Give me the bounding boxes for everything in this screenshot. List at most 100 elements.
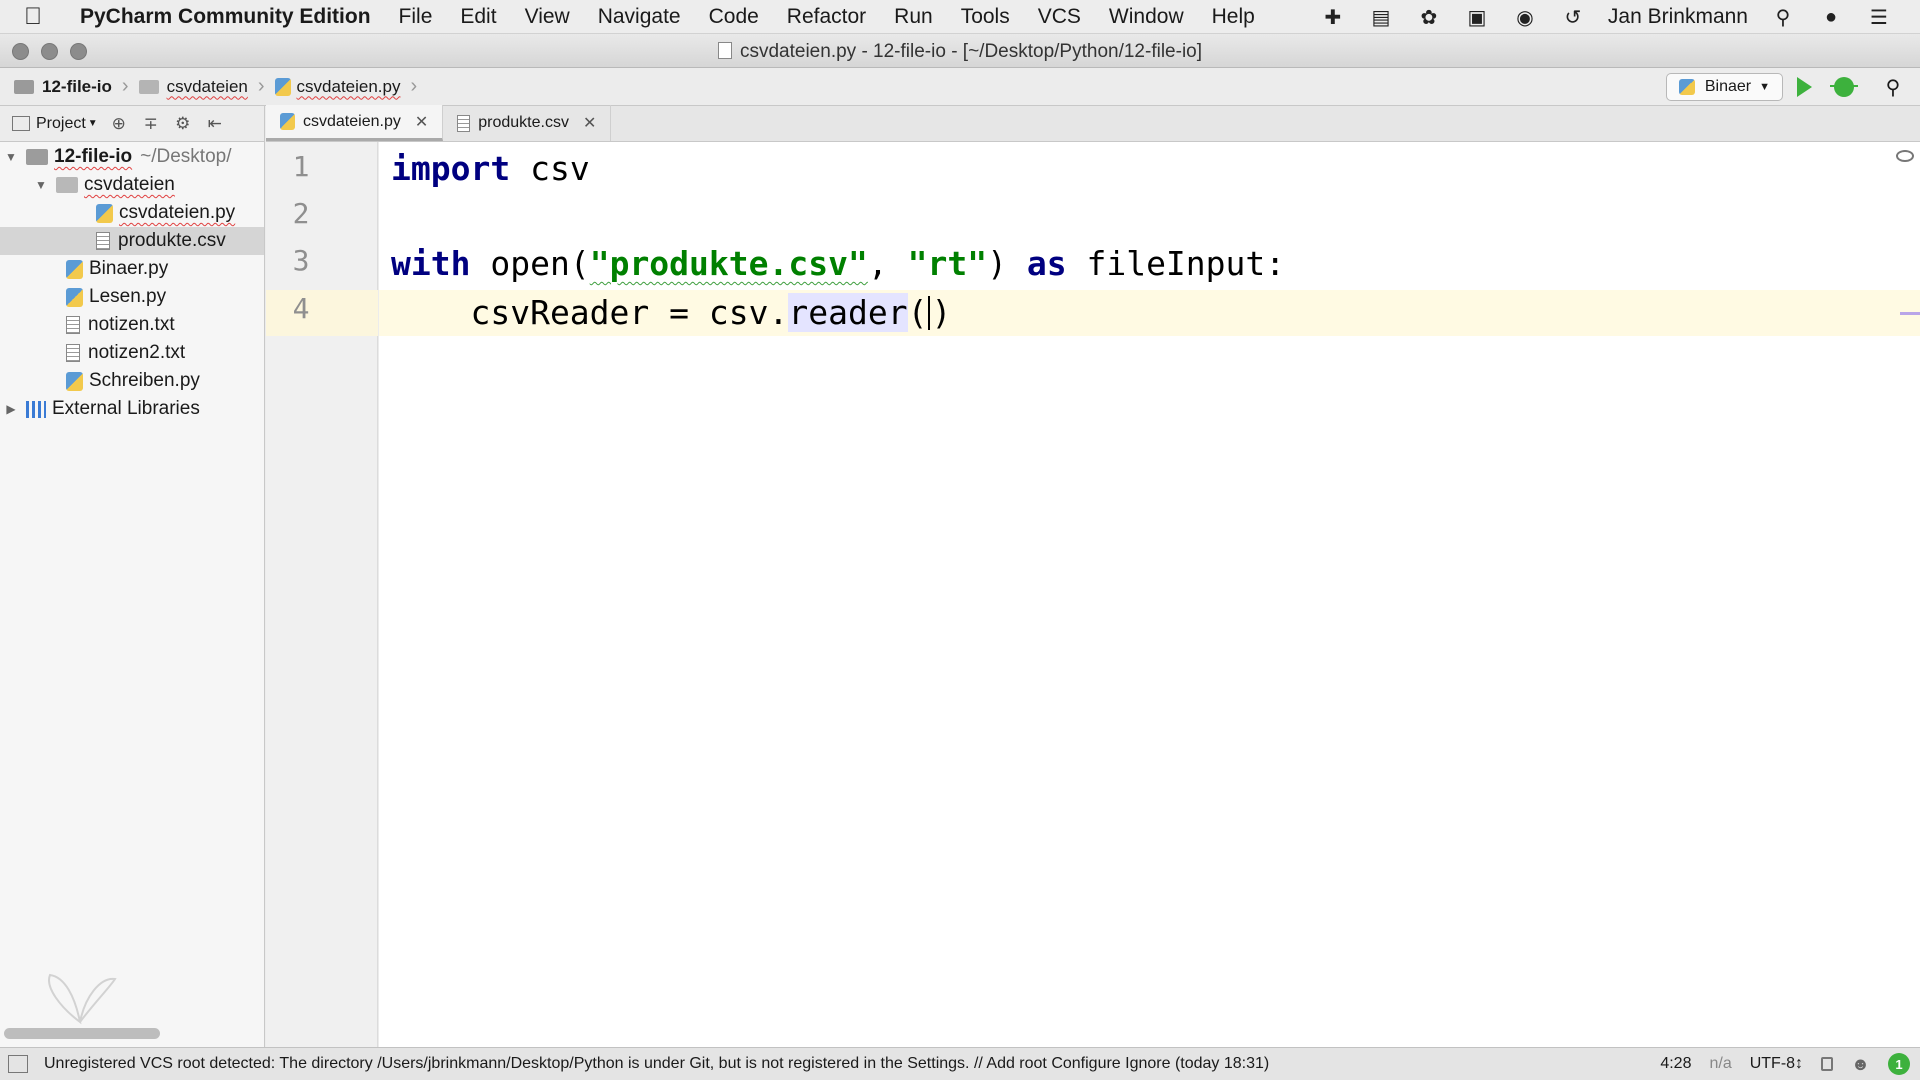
- tree-item-hint: ~/Desktop/: [140, 146, 232, 167]
- project-panel-label: Project: [36, 114, 86, 132]
- chat-bubble-icon[interactable]: ◉: [1512, 6, 1538, 29]
- plus-puzzle-icon[interactable]: ✚: [1320, 6, 1346, 29]
- function-call: open(: [470, 244, 590, 283]
- tool-windows-toggle-icon[interactable]: [8, 1055, 28, 1073]
- tree-item-folder[interactable]: ▼ csvdateien: [0, 171, 264, 199]
- identifier: fileInput:: [1066, 244, 1286, 283]
- eye-icon[interactable]: [1896, 150, 1914, 162]
- menu-run[interactable]: Run: [880, 5, 947, 29]
- code-editor[interactable]: import csv with open("produkte.csv", "rt…: [379, 142, 1920, 1047]
- notification-center-icon[interactable]: ☰: [1866, 6, 1892, 29]
- tree-item-label: External Libraries: [52, 398, 200, 419]
- expanded-arrow-icon[interactable]: ▼: [34, 178, 48, 192]
- tab-produkte-csv[interactable]: produkte.csv ✕: [443, 105, 612, 141]
- caret-position[interactable]: 4:28: [1660, 1055, 1691, 1073]
- code-line-1: import csv: [391, 146, 590, 192]
- menu-code[interactable]: Code: [695, 5, 773, 29]
- user-name[interactable]: Jan Brinkmann: [1608, 5, 1748, 29]
- error-stripe-mark[interactable]: [1900, 312, 1920, 315]
- clapperboard-icon[interactable]: ▤: [1368, 6, 1394, 29]
- camera-icon[interactable]: ▣: [1464, 6, 1490, 29]
- spotlight-search-icon[interactable]: ⚲: [1770, 6, 1796, 29]
- tree-item-file[interactable]: notizen.txt: [0, 311, 264, 339]
- notifications-badge[interactable]: 1: [1888, 1053, 1910, 1075]
- collapsed-arrow-icon[interactable]: ▶: [4, 402, 18, 416]
- tab-label: csvdateien.py: [303, 112, 401, 130]
- status-message[interactable]: Unregistered VCS root detected: The dire…: [44, 1055, 1660, 1073]
- menu-refactor[interactable]: Refactor: [773, 5, 880, 29]
- breadcrumb-label: 12-file-io: [42, 76, 112, 96]
- tree-item-file[interactable]: Binaer.py: [0, 255, 264, 283]
- line-number: 2: [292, 197, 310, 230]
- run-configuration-label: Binaer: [1704, 78, 1752, 95]
- siri-icon[interactable]: ●: [1818, 6, 1844, 28]
- tree-item-label: Binaer.py: [89, 258, 169, 279]
- app-menu[interactable]: PyCharm Community Edition: [80, 5, 371, 29]
- debug-bug-icon[interactable]: [1830, 77, 1858, 97]
- text-file-icon: [66, 316, 80, 334]
- hide-panel-icon[interactable]: ⇤: [204, 114, 226, 134]
- close-tab-icon[interactable]: ✕: [583, 113, 596, 133]
- menu-help[interactable]: Help: [1198, 5, 1269, 29]
- status-indicators: 4:28 n/a UTF-8↕ ☻ 1: [1660, 1053, 1920, 1075]
- tree-item-label: Schreiben.py: [89, 370, 200, 391]
- leaf-icon[interactable]: ✿: [1416, 6, 1442, 29]
- line-number: 3: [292, 244, 310, 277]
- string-literal: "rt": [907, 244, 988, 283]
- lock-icon[interactable]: [1821, 1057, 1834, 1071]
- collapse-all-icon[interactable]: ∓: [140, 114, 162, 134]
- python-file-icon: [274, 77, 291, 96]
- expanded-arrow-icon[interactable]: ▼: [4, 150, 18, 164]
- menu-file[interactable]: File: [385, 5, 447, 29]
- project-tree: ▼ 12-file-io ~/Desktop/ ▼ csvdateien csv…: [0, 142, 265, 1047]
- tree-item-root[interactable]: ▼ 12-file-io ~/Desktop/: [0, 143, 264, 171]
- project-view-selector[interactable]: Project ▼: [12, 115, 98, 133]
- file-encoding[interactable]: UTF-8↕: [1750, 1055, 1803, 1073]
- text-file-icon: [66, 344, 80, 362]
- menu-vcs[interactable]: VCS: [1024, 5, 1095, 29]
- line-separator[interactable]: n/a: [1709, 1055, 1731, 1073]
- menu-edit[interactable]: Edit: [446, 5, 510, 29]
- code-line-3: with open("produkte.csv", "rt") as fileI…: [391, 241, 1285, 287]
- search-everywhere-icon[interactable]: ⚲: [1880, 74, 1906, 100]
- python-file-icon: [66, 259, 83, 279]
- tree-item-file-selected[interactable]: produkte.csv: [0, 227, 264, 255]
- butterfly-logo-icon: [48, 973, 117, 1025]
- horizontal-scrollbar[interactable]: [4, 1028, 160, 1039]
- tree-item-file[interactable]: csvdateien.py: [0, 199, 264, 227]
- line-number-gutter: 1 2 3 4: [266, 142, 378, 1047]
- tree-item-label: produkte.csv: [118, 230, 226, 251]
- tree-item-file[interactable]: notizen2.txt: [0, 339, 264, 367]
- keyword: as: [1026, 244, 1067, 283]
- run-button[interactable]: [1797, 77, 1812, 97]
- identifier: csv: [510, 149, 590, 188]
- python-file-icon: [66, 371, 83, 391]
- breadcrumb-file[interactable]: csvdateien.py ›: [274, 75, 417, 98]
- menu-tools[interactable]: Tools: [947, 5, 1024, 29]
- highlighted-identifier: reader: [788, 293, 908, 332]
- string-literal: "produkte.csv": [590, 244, 868, 283]
- inspector-icon[interactable]: ☻: [1851, 1054, 1870, 1075]
- tree-item-file[interactable]: Schreiben.py: [0, 367, 264, 395]
- menu-navigate[interactable]: Navigate: [584, 5, 695, 29]
- chevron-down-icon: ▼: [87, 118, 98, 129]
- menu-window[interactable]: Window: [1095, 5, 1198, 29]
- run-configuration-select[interactable]: Binaer ▼: [1665, 73, 1783, 101]
- apple-menu-icon[interactable]: : [24, 3, 64, 31]
- identifier: csvReader = csv.: [391, 293, 789, 332]
- tree-item-file[interactable]: Lesen.py: [0, 283, 264, 311]
- close-tab-icon[interactable]: ✕: [415, 112, 428, 132]
- python-icon: [1678, 79, 1695, 95]
- breadcrumb-folder[interactable]: csvdateien ›: [138, 75, 265, 98]
- window-title: csvdateien.py - 12-file-io - [~/Desktop/…: [0, 41, 1920, 63]
- tree-item-external-libraries[interactable]: ▶ External Libraries: [0, 395, 264, 423]
- target-scroll-icon[interactable]: ⊕: [108, 114, 130, 134]
- time-machine-icon[interactable]: ↺: [1560, 6, 1586, 29]
- library-icon: [26, 400, 46, 418]
- menu-view[interactable]: View: [511, 5, 584, 29]
- gear-icon[interactable]: ⚙: [172, 114, 194, 134]
- python-file-icon: [280, 113, 295, 130]
- breadcrumb-project[interactable]: 12-file-io ›: [14, 75, 129, 98]
- tab-csvdateien-py[interactable]: csvdateien.py ✕: [266, 105, 444, 141]
- tab-label: produkte.csv: [478, 114, 569, 131]
